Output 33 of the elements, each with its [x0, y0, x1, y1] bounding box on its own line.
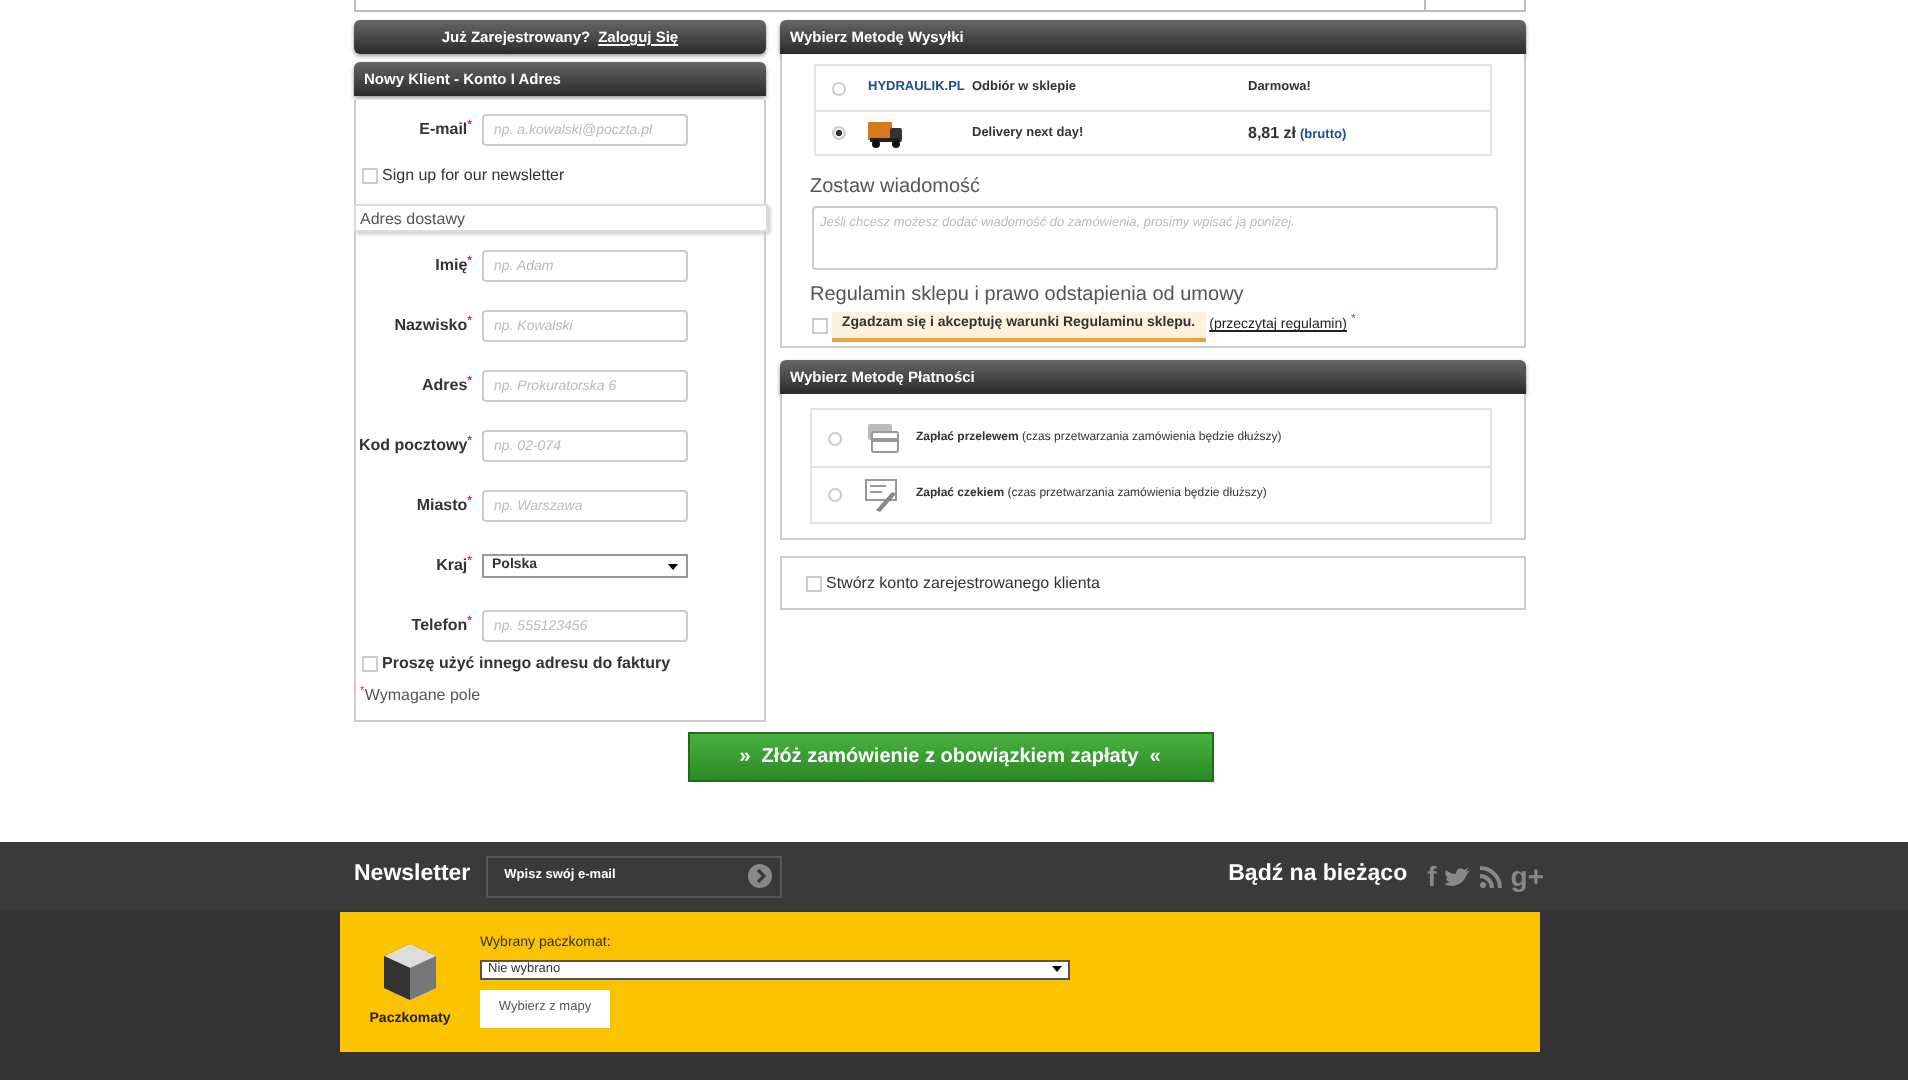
- caret-icon: [1052, 966, 1062, 972]
- caret-icon: [668, 563, 678, 569]
- field-label: Telefon$^{*}$: [409, 614, 474, 638]
- shipping-price: 8,81 zł: [1248, 121, 1297, 145]
- cube-logo-icon: [378, 940, 442, 1004]
- field-label: Kod pocztowy$^{*}$: [356, 434, 474, 458]
- field-label: Imię$^{*}$: [433, 254, 474, 278]
- section-header: Adres dostawy: [354, 204, 768, 232]
- radio-button[interactable]: [827, 488, 841, 502]
- field-label: Adres$^{*}$: [419, 374, 474, 398]
- newsletter-title: Newsletter: [354, 860, 471, 891]
- field-label: Miasto$^{*}$: [414, 494, 474, 518]
- checkbox-label: Sign up for our newsletter: [382, 164, 565, 188]
- field-label: E-mail$^{*}$: [417, 118, 474, 142]
- radio-button[interactable]: [827, 431, 841, 445]
- checkbox-label: Proszę użyć innego adresu do faktury: [382, 652, 671, 676]
- field-label: Nazwisko$^{*}$: [392, 314, 474, 338]
- required-note: $^{*}$Wymagane pole: [360, 684, 483, 708]
- radio-button[interactable]: [831, 126, 845, 140]
- checkbox[interactable]: [362, 168, 378, 184]
- card-icon: [864, 422, 900, 454]
- checkbox[interactable]: [812, 318, 828, 335]
- bird-icon[interactable]: [1444, 865, 1473, 887]
- message-heading: Zostaw wiadomość: [810, 174, 983, 202]
- checkbox[interactable]: [806, 575, 822, 591]
- checkbox-label: Stwórz konto zarejestrowanego klienta: [826, 571, 1100, 595]
- field-label: Kraj$^{*}$: [434, 554, 474, 578]
- cheque-icon: [864, 478, 900, 512]
- checkbox[interactable]: [362, 656, 378, 672]
- rss-icon[interactable]: [1480, 865, 1503, 887]
- radio-button[interactable]: [831, 81, 845, 95]
- terms-heading: Regulamin sklepu i prawo odstapienia od umowy: [810, 282, 1246, 310]
- follow-label: Bądź na bieżąco: [1228, 860, 1408, 891]
